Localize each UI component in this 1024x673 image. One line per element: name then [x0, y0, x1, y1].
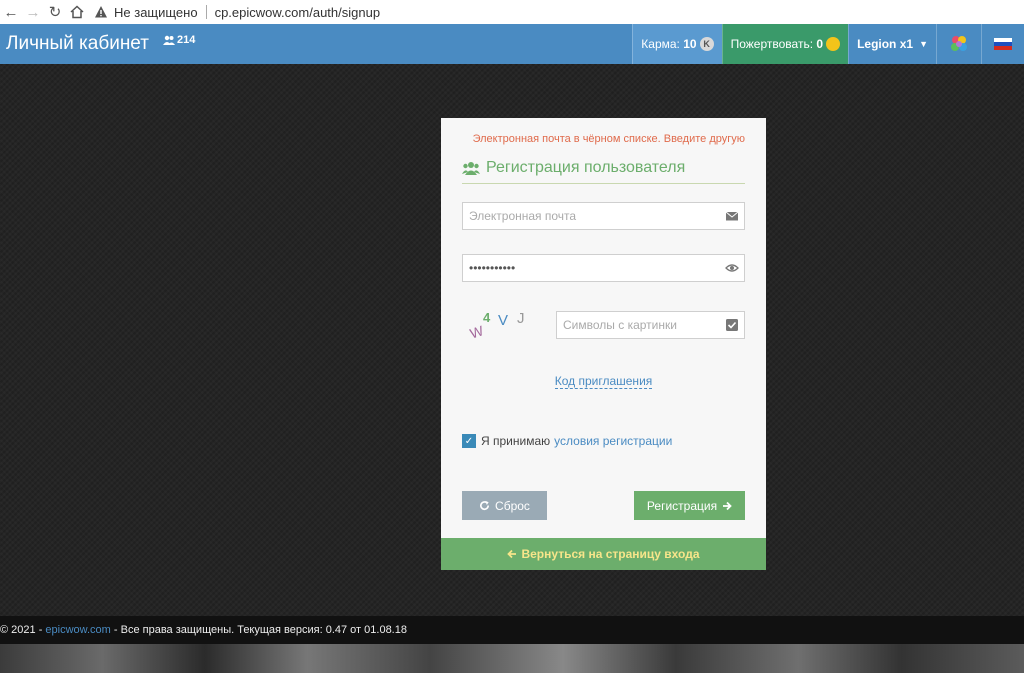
caret-down-icon: ▼: [919, 39, 928, 49]
register-label: Регистрация: [646, 498, 718, 513]
password-input[interactable]: [463, 255, 744, 281]
form-title: Регистрация пользователя: [462, 159, 745, 184]
signup-card: Электронная почта в чёрном списке. Введи…: [441, 118, 766, 570]
online-count: 214: [176, 34, 196, 46]
invite-code-row: Код приглашения: [462, 374, 745, 389]
url-text: cp.epicwow.com/auth/signup: [214, 4, 381, 20]
register-button[interactable]: Регистрация: [634, 491, 745, 520]
check-square-icon: [726, 319, 738, 331]
terms-row: ✓ Я принимаю условия регистрации: [462, 434, 745, 448]
site-title[interactable]: Личный кабинет: [0, 24, 149, 64]
email-input[interactable]: [463, 203, 744, 229]
language-switcher[interactable]: [981, 24, 1024, 64]
captcha-char-3: V: [498, 312, 509, 329]
captcha-field-wrapper: [556, 311, 745, 339]
users-icon: [462, 162, 480, 175]
address-bar[interactable]: Не защищено cp.epicwow.com/auth/signup: [94, 1, 380, 23]
terms-checkbox[interactable]: ✓: [462, 434, 476, 448]
donate-value: 0: [816, 37, 824, 51]
terms-link[interactable]: условия регистрации: [554, 434, 672, 448]
footer-site-link[interactable]: epicwow.com: [45, 624, 110, 636]
envelope-icon: [725, 211, 739, 221]
theme-switcher[interactable]: [936, 24, 981, 64]
terms-text: Я принимаю: [481, 434, 551, 448]
karma-indicator[interactable]: Карма: 10 K: [632, 24, 722, 64]
karma-label: Карма:: [641, 37, 680, 51]
donate-label: Пожертвовать:: [730, 37, 814, 51]
arrow-left-icon: [507, 549, 517, 559]
online-users-badge: 214: [162, 16, 196, 64]
home-icon[interactable]: [66, 1, 88, 23]
background-image-strip: [0, 644, 1024, 673]
captcha-input[interactable]: [557, 312, 744, 338]
palette-icon: [951, 36, 967, 51]
site-header: Личный кабинет 214 Карма: 10 K Пожертвов…: [0, 24, 1024, 64]
error-message: Электронная почта в чёрном списке. Введи…: [472, 133, 745, 145]
footer-copyright: © 2021 -: [0, 624, 43, 636]
form-buttons: Сброс Регистрация: [462, 491, 745, 520]
russian-flag-icon: [994, 38, 1012, 50]
browser-toolbar: ← → ↻ Не защищено cp.epicwow.com/auth/si…: [0, 0, 1024, 24]
realm-label: Legion x1: [857, 37, 914, 51]
address-separator: [205, 5, 207, 19]
captcha-char-4: J: [517, 310, 525, 327]
realm-dropdown[interactable]: Legion x1 ▼: [848, 24, 936, 64]
captcha-char-2: 4: [483, 310, 491, 325]
site-footer: © 2021 - epicwow.com - Все права защищен…: [0, 616, 1024, 644]
back-to-login-label: Вернуться на страницу входа: [521, 547, 700, 561]
captcha-char-1: W: [467, 322, 486, 342]
footer-rights: - Все права защищены. Текущая версия: 0.…: [113, 624, 407, 636]
captcha-row: W 4 V J: [462, 306, 745, 344]
donate-button[interactable]: Пожертвовать: 0: [721, 24, 849, 64]
form-title-text: Регистрация пользователя: [486, 159, 686, 176]
karma-coin-icon: K: [699, 37, 714, 51]
karma-value: 10: [683, 37, 697, 51]
warning-icon: [95, 6, 107, 18]
forward-arrow-icon[interactable]: →: [22, 1, 44, 23]
invite-code-link[interactable]: Код приглашения: [554, 374, 653, 389]
arrow-right-icon: [723, 501, 732, 510]
users-icon: [162, 35, 175, 45]
reset-label: Сброс: [495, 498, 530, 513]
captcha-image: W 4 V J: [462, 306, 556, 344]
reload-icon[interactable]: ↻: [44, 1, 66, 23]
gold-coin-icon: [826, 37, 841, 51]
email-field-wrapper: [462, 202, 745, 230]
eye-icon[interactable]: [725, 261, 739, 275]
refresh-icon: [480, 500, 490, 511]
back-to-login-link[interactable]: Вернуться на страницу входа: [441, 538, 766, 570]
reset-button[interactable]: Сброс: [462, 491, 547, 520]
back-arrow-icon[interactable]: ←: [0, 1, 22, 23]
password-field-wrapper: [462, 254, 745, 282]
